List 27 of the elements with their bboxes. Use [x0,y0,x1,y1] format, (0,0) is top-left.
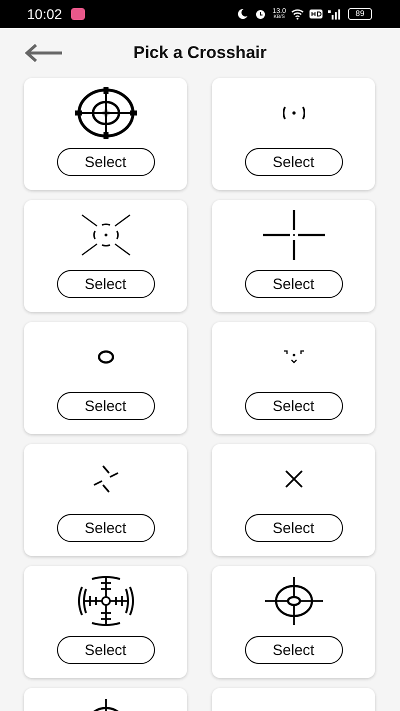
select-button[interactable]: Select [244,514,342,542]
crosshair-icon [282,106,304,120]
crosshair-icon [92,464,120,494]
select-button[interactable]: Select [244,636,342,664]
battery-level: 89 [348,8,372,20]
crosshair-icon [96,350,114,364]
wifi-icon [291,8,304,20]
crosshair-icon [74,87,138,139]
crosshair-icon [284,469,304,489]
select-button[interactable]: Select [56,270,154,298]
select-button[interactable]: Select [56,148,154,176]
crosshair-icon [262,209,326,261]
select-button[interactable]: Select [244,148,342,176]
select-button[interactable]: Select [56,514,154,542]
status-time: 10:02 [27,6,62,22]
app-icon [71,8,86,20]
select-button[interactable]: Select [56,636,154,664]
hd-icon [309,9,323,19]
select-button[interactable]: Select [244,392,342,420]
back-arrow-icon[interactable] [25,43,63,63]
crosshair-icon [282,350,304,364]
select-button[interactable]: Select [56,392,154,420]
select-button[interactable]: Select [244,270,342,298]
alarm-icon [254,8,268,20]
signal-icon [328,8,341,20]
page-title: Pick a Crosshair [132,43,268,63]
moon-icon [236,8,250,20]
